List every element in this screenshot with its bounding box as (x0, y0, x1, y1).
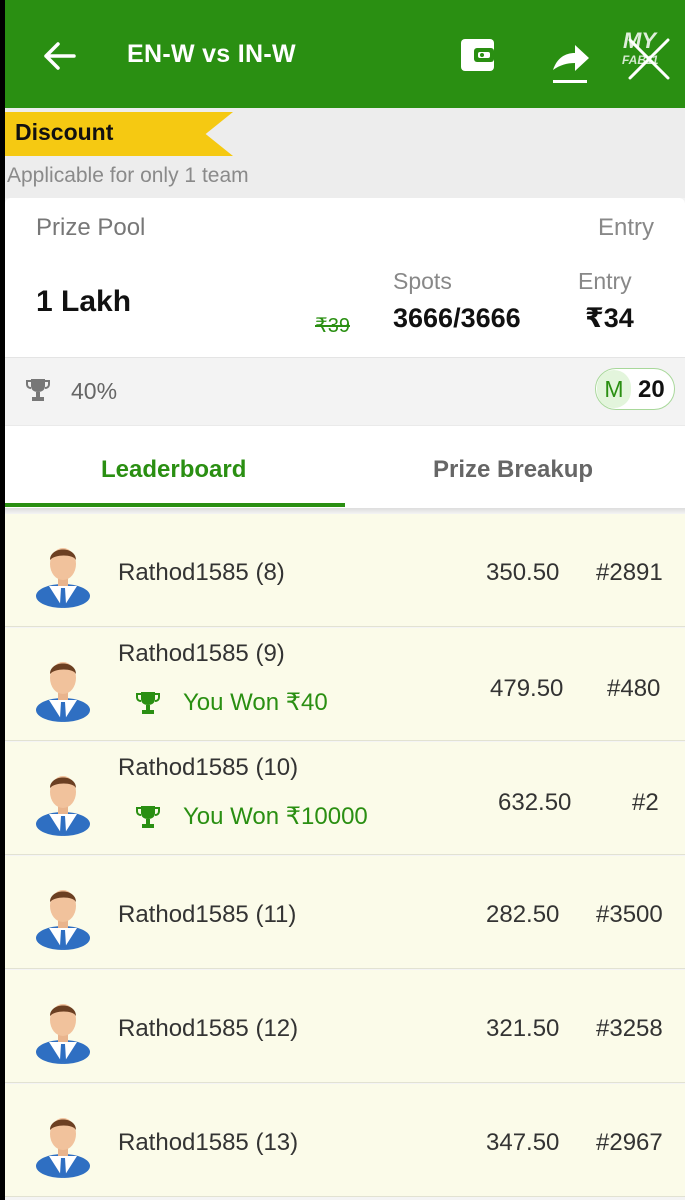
team-rank: #2967 (596, 1129, 663, 1156)
wallet-button[interactable] (457, 36, 499, 74)
user-avatar-icon (36, 1004, 90, 1064)
leaderboard-row[interactable]: Rathod1585 (13) 347.50 #2967 (5, 1084, 685, 1197)
team-points: 632.50 (498, 789, 572, 816)
spots-value: 3666/3666 (393, 303, 521, 333)
user-avatar-icon (36, 1118, 90, 1178)
winning-percentage: 40% (71, 378, 118, 404)
team-name: Rathod1585 (10) (118, 754, 299, 781)
arrow-left-icon (44, 42, 76, 70)
team-name: Rathod1585 (9) (118, 640, 285, 667)
entry-fee-value: ₹34 (585, 303, 634, 333)
spots-label: Spots (393, 268, 452, 294)
entry-header: Entry (597, 214, 654, 241)
user-avatar-icon (36, 548, 90, 608)
max-teams-letter: M (597, 370, 631, 408)
user-avatar-icon (36, 776, 90, 836)
team-points: 347.50 (486, 1129, 560, 1156)
team-points: 282.50 (486, 901, 560, 928)
team-name: Rathod1585 (8) (118, 559, 285, 586)
winnings-row: You Won ₹40 (135, 688, 328, 717)
winnings-text: You Won ₹10000 (183, 803, 368, 830)
back-button[interactable] (39, 36, 79, 76)
team-rank: #2 (632, 789, 659, 816)
winnings-row: You Won ₹10000 (135, 802, 368, 831)
close-button[interactable] (620, 30, 678, 88)
close-icon (628, 38, 670, 80)
discount-note: Applicable for only 1 team (7, 164, 249, 187)
original-entry-fee: ₹39 (315, 315, 350, 337)
team-rank: #2891 (596, 559, 663, 586)
team-rank: #480 (607, 675, 661, 702)
entry-label: Entry (578, 268, 632, 294)
prize-pool-label: Prize Pool (36, 214, 146, 241)
user-avatar-icon (36, 662, 90, 722)
share-icon (553, 45, 589, 83)
leaderboard-row[interactable]: Rathod1585 (8) 350.50 #2891 (5, 514, 685, 627)
discount-label: Discount (15, 119, 114, 145)
team-points: 321.50 (486, 1015, 560, 1042)
user-avatar-icon (36, 890, 90, 950)
active-tab-indicator (5, 503, 345, 507)
leaderboard-row[interactable]: Rathod1585 (10) You Won ₹10000 632.50 #2 (5, 742, 685, 855)
page-title: EN-W vs IN-W (127, 40, 296, 68)
tab-prize-breakup[interactable]: Prize Breakup (433, 456, 593, 484)
leaderboard-row[interactable]: Rathod1585 (11) 282.50 #3500 (5, 856, 685, 969)
team-rank: #3500 (596, 901, 663, 928)
contest-screen: EN-W vs IN-W MY FAB11 Discount Applicabl… (5, 0, 685, 1200)
team-rank: #3258 (596, 1015, 663, 1042)
team-points: 479.50 (490, 675, 564, 702)
wallet-icon (461, 39, 494, 71)
trophy-icon (136, 805, 160, 828)
team-points: 350.50 (486, 559, 560, 586)
team-name: Rathod1585 (13) (118, 1129, 299, 1156)
share-button[interactable] (545, 36, 595, 86)
team-name: Rathod1585 (11) (118, 901, 297, 928)
tab-leaderboard[interactable]: Leaderboard (101, 456, 246, 484)
max-teams-value: 20 (638, 376, 665, 403)
team-name: Rathod1585 (12) (118, 1015, 299, 1042)
trophy-icon (136, 691, 160, 714)
leaderboard-row[interactable]: Rathod1585 (9) You Won ₹40 479.50 #480 (5, 628, 685, 741)
winnings-text: You Won ₹40 (183, 689, 328, 716)
trophy-icon (26, 379, 50, 401)
prize-pool-value: 1 Lakh (36, 285, 132, 318)
leaderboard-row[interactable]: Rathod1585 (12) 321.50 #3258 (5, 970, 685, 1083)
